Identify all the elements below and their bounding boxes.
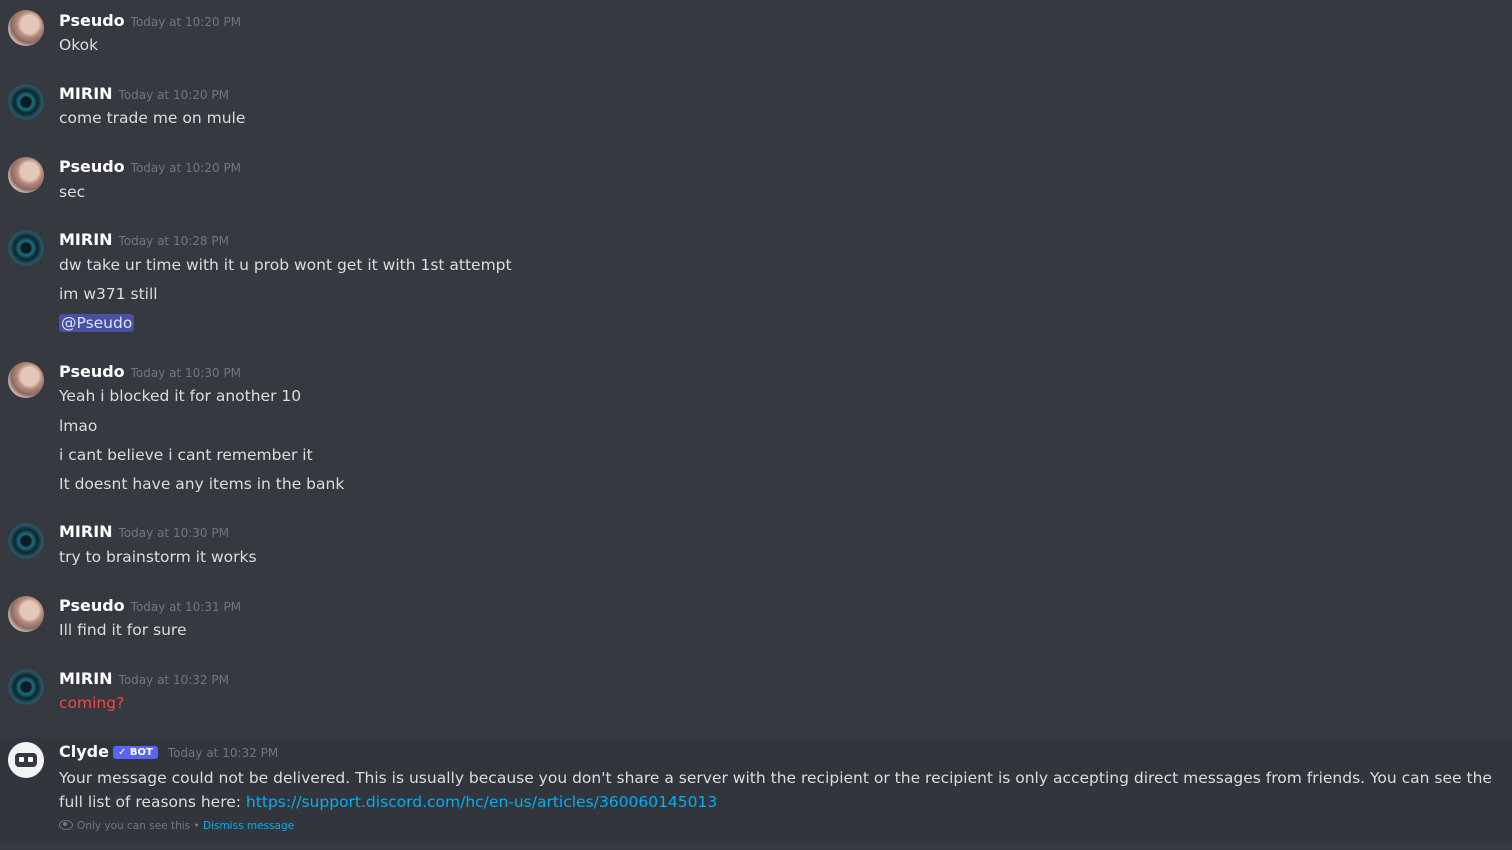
message-text: i cant believe i cant remember it: [59, 446, 313, 464]
timestamp: Today at 10:20 PM: [118, 88, 229, 102]
author-name[interactable]: MIRIN: [59, 84, 113, 103]
author-name[interactable]: Pseudo: [59, 362, 125, 381]
message-text: im w371 still: [59, 285, 158, 303]
support-link[interactable]: https://support.discord.com/hc/en-us/art…: [246, 793, 717, 811]
avatar[interactable]: [8, 10, 44, 46]
message-text: come trade me on mule: [59, 109, 246, 127]
avatar[interactable]: [8, 362, 44, 398]
message-text: Yeah i blocked it for another 10: [59, 387, 302, 405]
author-name[interactable]: MIRIN: [59, 230, 113, 249]
timestamp: Today at 10:31 PM: [130, 600, 242, 614]
eye-icon: [59, 820, 73, 830]
message-text: sec: [59, 183, 86, 201]
failed-message-text: coming?: [59, 694, 125, 712]
author-name[interactable]: MIRIN: [59, 669, 113, 688]
timestamp: Today at 10:30 PM: [130, 366, 242, 380]
timestamp: Today at 10:32 PM: [167, 746, 279, 760]
message-text: Okok: [59, 36, 99, 54]
user-mention[interactable]: @Pseudo: [59, 314, 135, 332]
avatar[interactable]: [8, 230, 44, 266]
timestamp: Today at 10:30 PM: [118, 526, 229, 540]
author-name[interactable]: Pseudo: [59, 157, 125, 176]
timestamp: Today at 10:20 PM: [130, 15, 242, 29]
bot-badge: ✓ BOT: [112, 746, 158, 759]
avatar[interactable]: [8, 596, 44, 632]
author-name[interactable]: MIRIN: [59, 522, 113, 541]
dismiss-message-link[interactable]: Dismiss message: [203, 820, 294, 832]
clyde-message-text: Your message could not be delivered. Thi…: [59, 766, 1499, 814]
avatar[interactable]: [8, 84, 44, 120]
message-text: dw take ur time with it u prob wont get …: [59, 256, 512, 274]
avatar[interactable]: [8, 157, 44, 193]
timestamp: Today at 10:20 PM: [130, 161, 242, 175]
avatar[interactable]: [8, 669, 44, 705]
author-name[interactable]: Pseudo: [59, 596, 125, 615]
bot-badge-label: BOT: [129, 747, 153, 758]
ephemeral-notice: Only you can see this • Dismiss message: [59, 820, 294, 832]
message-text: It doesnt have any items in the bank: [59, 475, 345, 493]
avatar[interactable]: [8, 523, 44, 559]
ephemeral-note: Only you can see this: [77, 820, 191, 832]
message-text: try to brainstorm it works: [59, 548, 257, 566]
separator: •: [190, 820, 203, 832]
author-name[interactable]: Clyde: [59, 742, 109, 761]
timestamp: Today at 10:28 PM: [118, 234, 229, 248]
author-name[interactable]: Pseudo: [59, 11, 125, 30]
timestamp: Today at 10:32 PM: [118, 673, 229, 687]
clyde-avatar[interactable]: [8, 742, 44, 778]
bot-face-icon: [15, 753, 37, 767]
message-text: lmao: [59, 417, 98, 435]
message-text: Ill find it for sure: [59, 621, 187, 639]
